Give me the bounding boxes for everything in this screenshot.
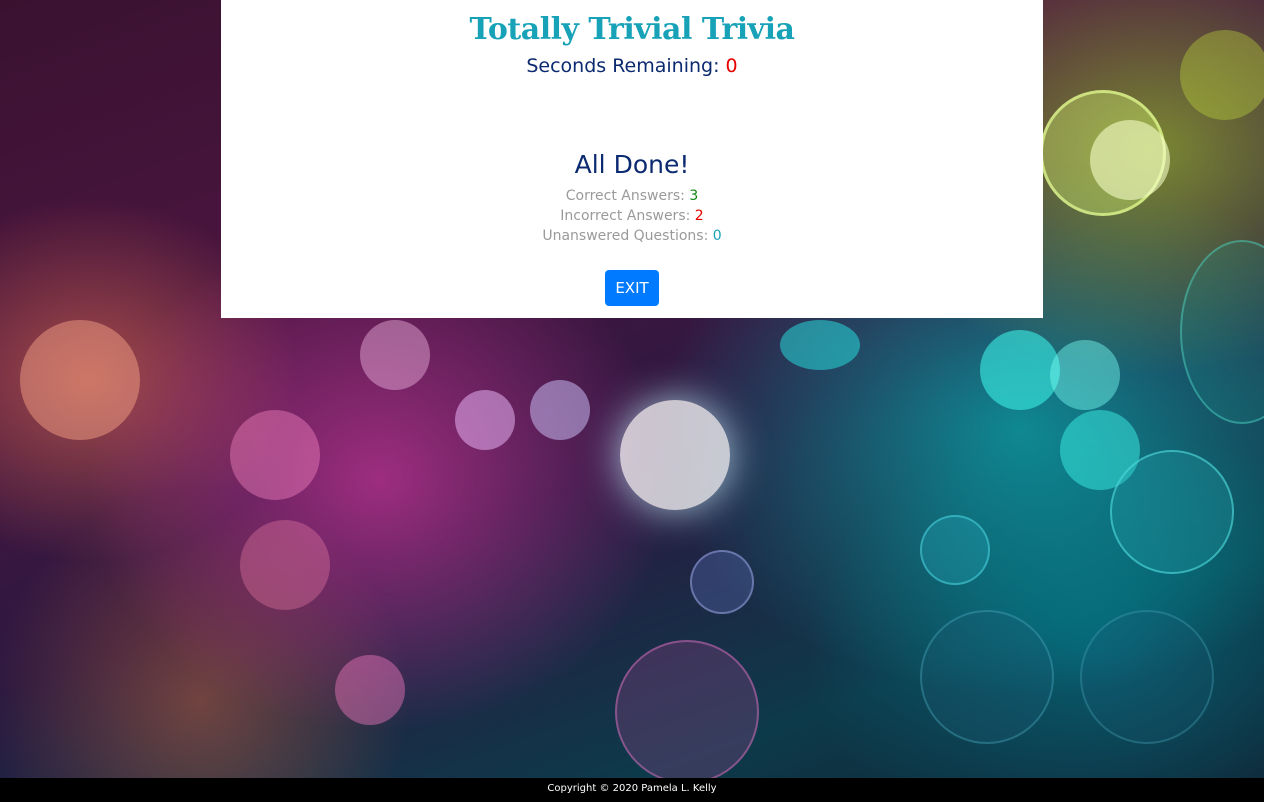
unanswered-questions-line: Unanswered Questions: 0 [221,226,1043,246]
incorrect-answers-line: Incorrect Answers: 2 [221,206,1043,226]
app-title: Totally Trivial Trivia [469,12,795,47]
results-stats: Correct Answers: 3 Incorrect Answers: 2 … [221,186,1043,246]
results-heading: All Done! [574,150,690,179]
unanswered-questions-label: Unanswered Questions: [542,228,709,244]
footer: Copyright © 2020 Pamela L. Kelly [0,778,1264,802]
correct-answers-label: Correct Answers: [565,188,685,204]
results-panel: Totally Trivial Trivia Seconds Remaining… [221,0,1043,318]
correct-answers-value: 3 [689,188,699,204]
timer-value: 0 [725,55,738,77]
timer-label: Seconds Remaining: [526,55,720,77]
exit-button[interactable]: EXIT [605,270,659,306]
incorrect-answers-label: Incorrect Answers: [560,208,691,224]
correct-answers-line: Correct Answers: 3 [221,186,1043,206]
timer: Seconds Remaining: 0 [221,55,1043,77]
incorrect-answers-value: 2 [694,208,704,224]
copyright-text: Copyright © 2020 Pamela L. Kelly [547,783,717,794]
unanswered-questions-value: 0 [712,228,722,244]
